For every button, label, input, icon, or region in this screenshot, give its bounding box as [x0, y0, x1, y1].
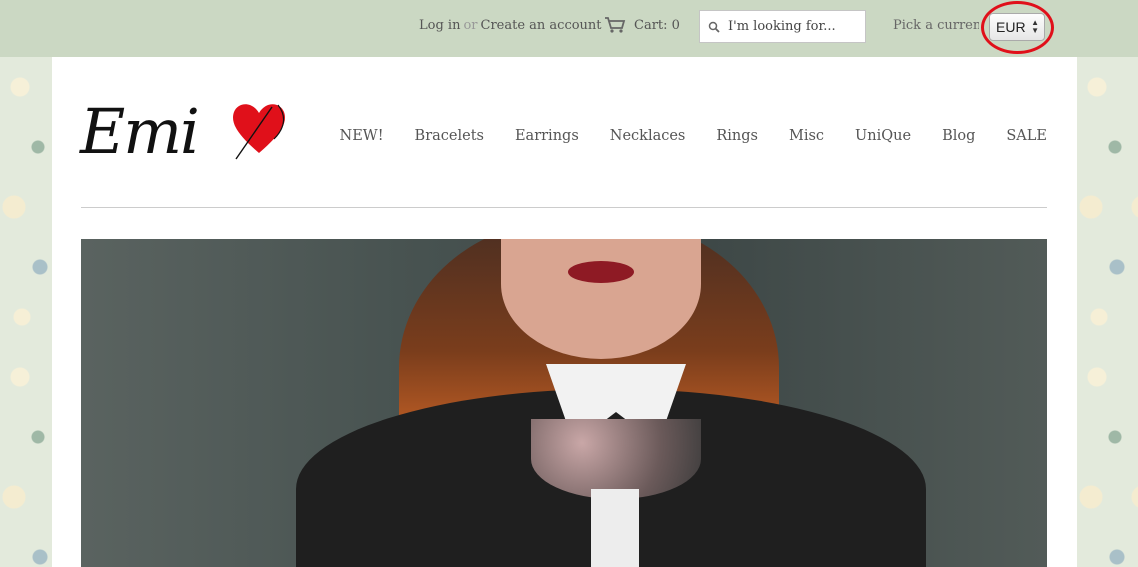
cart-link[interactable]: Cart: 0 — [604, 16, 680, 34]
header-divider — [81, 207, 1047, 208]
cart-icon — [605, 17, 626, 33]
nav-item-unique[interactable]: UniQue — [855, 128, 911, 144]
cart-count: Cart: 0 — [634, 17, 680, 33]
floral-wallpaper-right — [1077, 57, 1138, 567]
account-links: Log in or Create an account — [419, 18, 602, 33]
nav-item-earrings[interactable]: Earrings — [515, 128, 579, 144]
hero-necklace — [531, 419, 701, 499]
create-account-link[interactable]: Create an account — [481, 18, 602, 33]
nav-item-misc[interactable]: Misc — [789, 128, 824, 144]
search-box — [699, 10, 866, 43]
currency-label: Pick a currency — [893, 18, 979, 33]
currency-highlight-ring — [981, 1, 1054, 54]
heart-logo-icon — [233, 104, 285, 160]
main-nav: NEW! Bracelets Earrings Necklaces Rings … — [340, 128, 1047, 144]
nav-item-bracelets[interactable]: Bracelets — [415, 128, 484, 144]
hero-image[interactable] — [81, 239, 1047, 567]
or-text: or — [463, 18, 478, 33]
nav-item-sale[interactable]: SALE — [1006, 128, 1047, 144]
page-container: Emi NEW! Bracelets Earrings Necklaces Ri… — [52, 57, 1077, 567]
search-icon — [708, 21, 720, 33]
nav-item-new[interactable]: NEW! — [340, 128, 384, 144]
hero-lips — [568, 261, 634, 283]
search-input[interactable] — [726, 18, 860, 35]
hero-shirt — [591, 489, 639, 567]
logo-text: Emi — [80, 95, 200, 168]
nav-item-necklaces[interactable]: Necklaces — [610, 128, 686, 144]
top-bar: Log inorCreate an account Cart: 0 Pick a… — [0, 0, 1138, 57]
nav-item-blog[interactable]: Blog — [942, 128, 975, 144]
site-logo[interactable]: Emi — [80, 95, 290, 175]
nav-item-rings[interactable]: Rings — [716, 128, 758, 144]
floral-wallpaper-left — [0, 57, 52, 567]
login-link[interactable]: Log in — [419, 18, 460, 33]
